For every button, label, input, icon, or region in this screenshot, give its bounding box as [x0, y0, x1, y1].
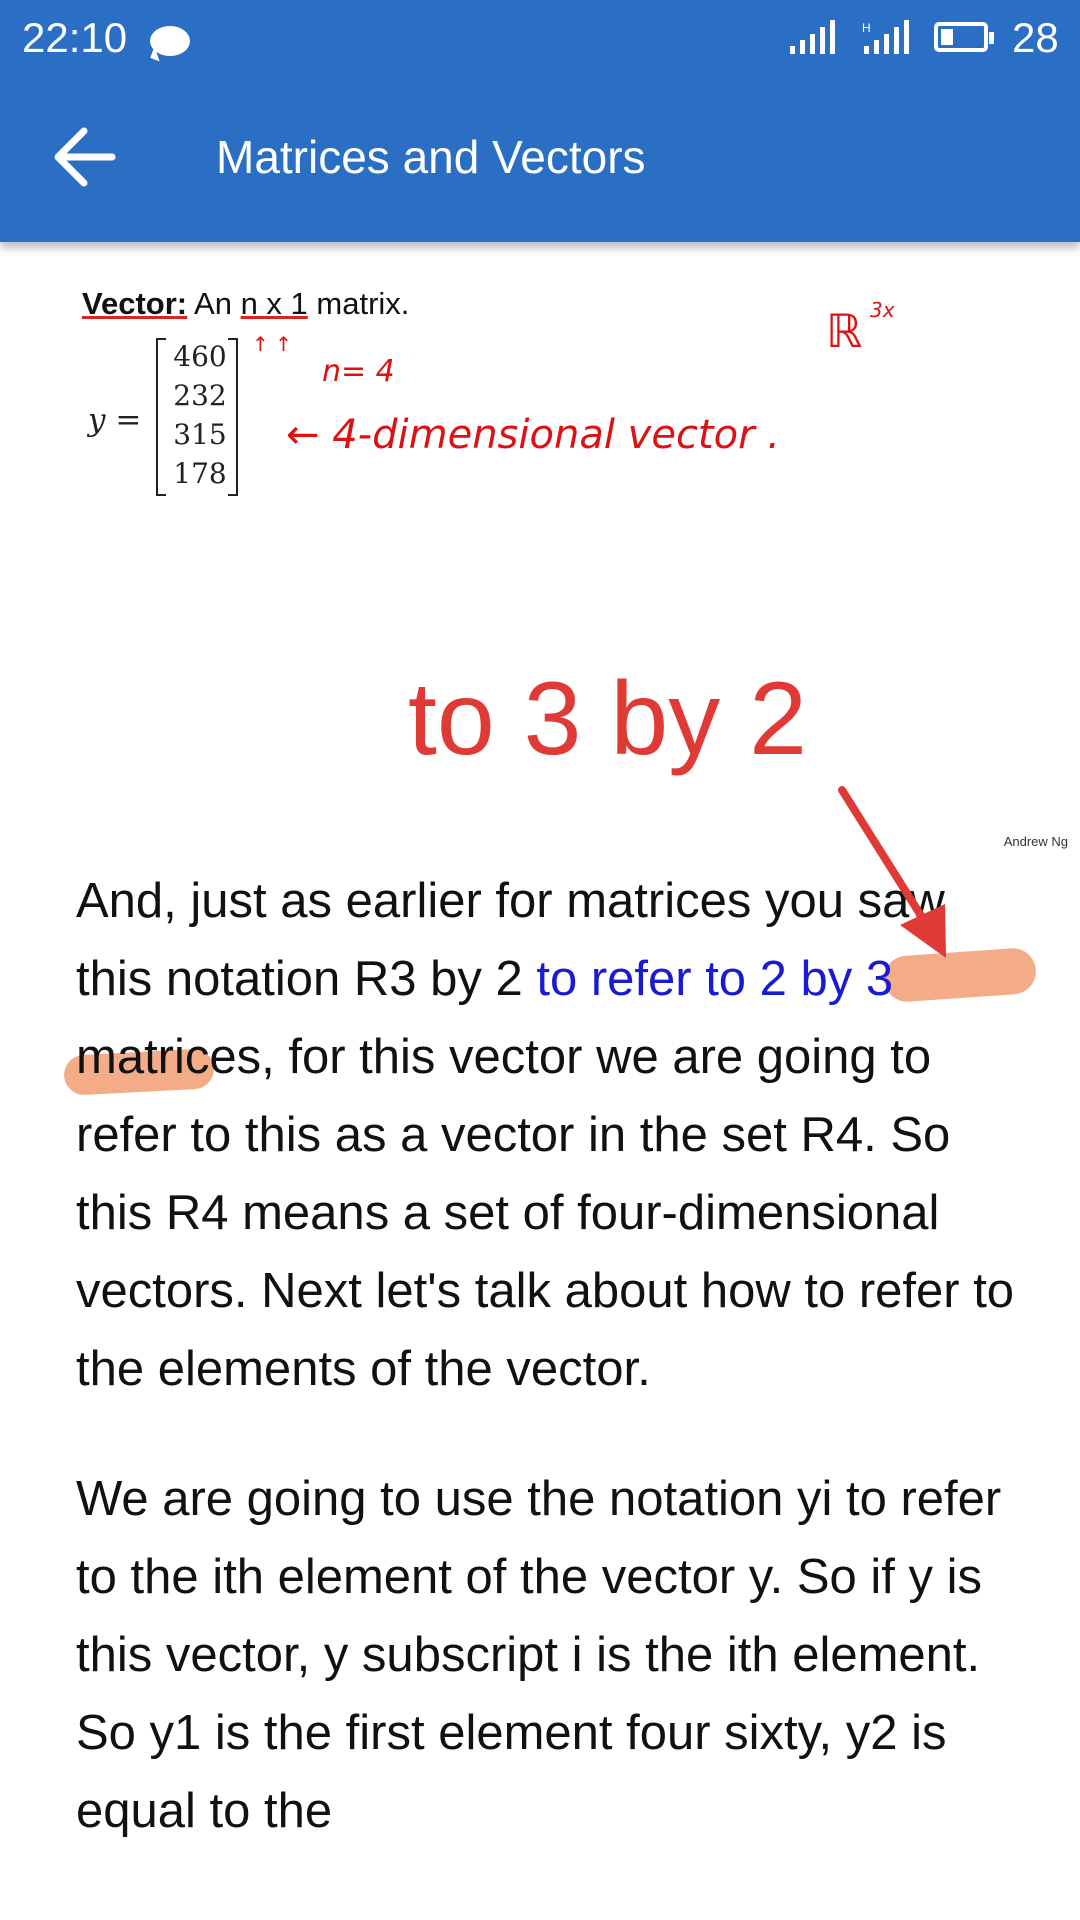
signal-icon	[790, 20, 835, 54]
svg-text:H: H	[862, 21, 871, 35]
vector-entry: 315	[173, 418, 227, 451]
chat-bubble-icon	[150, 26, 190, 56]
slide-heading-text-2: matrix.	[316, 286, 410, 321]
vector-label: y =	[88, 402, 142, 438]
slide-heading-term: Vector:	[82, 286, 188, 321]
paragraph-text: matrices, for this vector we are going t…	[76, 1030, 1015, 1396]
slide-heading-text: An	[194, 286, 232, 321]
battery-percent: 28	[1012, 14, 1059, 61]
slide-heading-dims: n x 1	[240, 286, 308, 321]
status-bar: 22:10 H 28	[0, 0, 1080, 76]
signal-h-icon: H	[862, 20, 909, 54]
annotation-ticks: ↑ ↑	[252, 332, 292, 356]
arrow-left-icon[interactable]	[50, 124, 120, 190]
bottom-edge	[0, 1905, 1080, 1920]
slide-author: Andrew Ng	[1003, 834, 1068, 849]
annotation-space-sup: 3x	[870, 298, 895, 322]
vector-matrix: 460 232 315 178	[156, 338, 238, 496]
slide-heading: Vector: An n x 1 matrix.	[82, 286, 409, 322]
article-body: And, just as earlier for matrices you sa…	[76, 862, 1026, 1902]
app-bar: Matrices and Vectors	[0, 76, 1080, 242]
status-time: 22:10	[22, 14, 128, 61]
article-paragraph: And, just as earlier for matrices you sa…	[76, 862, 1026, 1408]
inline-link[interactable]: to refer to 2 by 3	[536, 952, 893, 1006]
annotation-dimension: ← 4-dimensional vector .	[286, 412, 780, 458]
vector-entry: 232	[173, 379, 227, 412]
overlay-caption: to 3 by 2	[408, 661, 807, 777]
article-paragraph: We are going to use the notation yi to r…	[76, 1472, 1002, 1838]
matrix-bracket-left	[156, 338, 166, 496]
annotation-n: n= 4	[322, 354, 395, 389]
annotation-space: ℝ	[826, 304, 863, 358]
battery-icon	[934, 22, 994, 52]
page-title: Matrices and Vectors	[216, 131, 646, 183]
vector-entry: 460	[173, 340, 227, 373]
vector-entry: 178	[173, 457, 227, 490]
